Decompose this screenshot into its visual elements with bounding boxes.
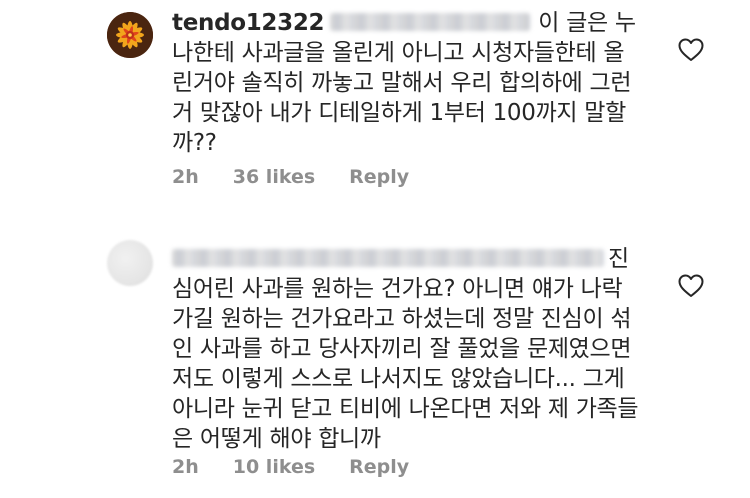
blurred-username-region — [172, 248, 604, 267]
comment-likes[interactable]: 10 likes — [233, 456, 315, 478]
comment-text-line: 나한테 사과글을 올린게 아니고 시청자들한테 올 — [172, 40, 625, 66]
comment-meta: 2h 36 likes Reply — [172, 166, 409, 188]
comment-text-line: 이 글은 누 — [538, 10, 636, 36]
comment-item-2: 진 심어린 사과를 원하는 건가요? 아니면 얘가 나락 가길 원하는 건가요라… — [0, 238, 750, 498]
comment-text-line: 인 사과를 하고 당사자끼리 잘 풀었을 문제였으면 — [172, 336, 632, 362]
comment-text-line: 아니라 눈귀 닫고 티비에 나온다면 저와 제 가족들 — [172, 396, 639, 422]
comment-body: 진 심어린 사과를 원하는 건가요? 아니면 얘가 나락 가길 원하는 건가요라… — [172, 244, 642, 454]
comment-text-line: 은 어떻게 해야 합니까 — [172, 426, 381, 452]
heart-icon[interactable] — [678, 274, 704, 298]
comment-text-line: 진 — [608, 246, 629, 272]
comment-text-line: 저도 이렇게 스스로 나서지도 않았습니다... 그게 — [172, 366, 625, 392]
reply-button[interactable]: Reply — [349, 166, 409, 188]
comment-meta: 2h 10 likes Reply — [172, 456, 409, 478]
heart-icon[interactable] — [678, 38, 704, 62]
flower-avatar-image — [107, 12, 153, 58]
avatar[interactable] — [107, 12, 153, 58]
comment-text-line: 거 맞잖아 내가 디테일하게 1부터 100까지 말할 — [172, 100, 627, 126]
comment-likes[interactable]: 36 likes — [233, 166, 315, 188]
blurred-username-region — [330, 12, 531, 31]
avatar[interactable] — [107, 240, 153, 286]
comment-username[interactable]: tendo12322 — [172, 10, 325, 36]
comment-body: tendo12322 이 글은 누 나한테 사과글을 올린게 아니고 시청자들한테… — [172, 8, 642, 158]
comment-time: 2h — [172, 166, 199, 188]
comment-item-1: tendo12322 이 글은 누 나한테 사과글을 올린게 아니고 시청자들한테… — [0, 0, 750, 230]
comment-text-line: 가길 원하는 건가요라고 하셨는데 정말 진심이 섞 — [172, 306, 632, 332]
comment-time: 2h — [172, 456, 199, 478]
comment-text-line: 린거야 솔직히 까놓고 말해서 우리 합의하에 그런 — [172, 70, 632, 96]
comment-text-line: 까?? — [172, 130, 217, 156]
reply-button[interactable]: Reply — [349, 456, 409, 478]
comment-text-line: 심어린 사과를 원하는 건가요? 아니면 얘가 나락 — [172, 276, 623, 302]
